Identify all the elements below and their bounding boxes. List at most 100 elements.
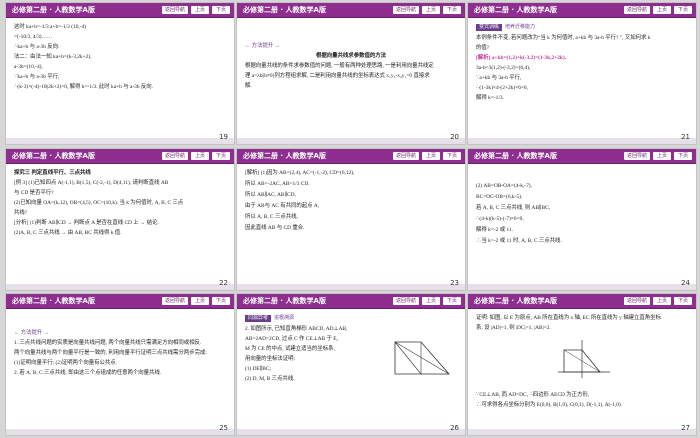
content-line: BC=OC-OB=(6,k-5). xyxy=(476,194,523,200)
slide-header-title: 必修第二册 · 人教数学A版 xyxy=(474,152,557,160)
next-page-button[interactable]: 下页 xyxy=(443,152,461,160)
next-page-button[interactable]: 下页 xyxy=(212,6,230,14)
content-line: 根据向量共线的条件求参数值的问题, 一般有两种处理思路, 一是利用向量共线定 xyxy=(245,63,434,69)
prev-page-button[interactable]: 上页 xyxy=(422,6,440,14)
content-line: 证明: 如图, 以 E 为原点, AB 所在直线为 x 轴, EC 所在直线为 … xyxy=(476,315,661,321)
page-number: 25 xyxy=(219,424,228,432)
back-to-nav-button[interactable]: 返回导航 xyxy=(162,297,188,305)
slide-header: 必修第二册 · 人教数学A版 返回导航 上页 下页 xyxy=(6,294,234,309)
next-page-button[interactable]: 下页 xyxy=(212,152,230,160)
page-number: 19 xyxy=(219,133,228,141)
content-line: ∴ka+b 与 a-3b 反向. xyxy=(14,44,60,50)
prev-page-button[interactable]: 上页 xyxy=(191,152,209,160)
slide-header: 必修第二册 · 人教数学A版 返回导航 上页 下页 xyxy=(237,294,465,309)
next-page-button[interactable]: 下页 xyxy=(674,297,692,305)
slide-header: 必修第二册 · 人教数学A版 返回导航 上页 下页 xyxy=(468,149,696,164)
slide-header-title: 必修第二册 · 人教数学A版 xyxy=(243,297,326,305)
slide-content: 探究三 判定直线平行、三点共线 [例 3] (1)已知四点 A(-1,1), B… xyxy=(14,168,226,238)
content-line: AB=2AD=2CD, 过点 C 作 CE⊥AB 于 E, xyxy=(245,336,338,342)
back-to-nav-button[interactable]: 返回导航 xyxy=(162,152,188,160)
slide-thumbnail-22[interactable]: 必修第二册 · 人教数学A版 返回导航 上页 下页 探究三 判定直线平行、三点共… xyxy=(6,149,234,290)
back-to-nav-button[interactable]: 返回导航 xyxy=(393,297,419,305)
slide-header: 必修第二册 · 人教数学A版 返回导航 上页 下页 xyxy=(237,149,465,164)
content-line: [解析] a+kb=(1,2)+k(-3,2)=(1-3k,2+2k), xyxy=(476,55,567,61)
badge-row: 变式训练 培养迁移能力 xyxy=(476,22,688,33)
content-line: ∵CE⊥AB, 而 AD=DC, ∴四边形 AECD 为正方形, xyxy=(476,392,590,398)
back-to-nav-button[interactable]: 返回导航 xyxy=(624,297,650,305)
prev-page-button[interactable]: 上页 xyxy=(191,6,209,14)
slide-header: 必修第二册 · 人教数学A版 返回导航 上页 下页 xyxy=(6,149,234,164)
prev-page-button[interactable]: 上页 xyxy=(653,297,671,305)
prev-page-button[interactable]: 上页 xyxy=(653,6,671,14)
next-page-button[interactable]: 下页 xyxy=(674,6,692,14)
slide-thumbnail-23[interactable]: 必修第二册 · 人教数学A版 返回导航 上页 下页 [解析] (1)因为 AB=… xyxy=(237,149,465,290)
content-line: (2) D, M, B 三点共线. xyxy=(245,376,295,382)
slide-header-title: 必修第二册 · 人教数学A版 xyxy=(12,6,95,14)
next-page-button[interactable]: 下页 xyxy=(212,297,230,305)
content-line: ∴(k-3)×(-4)-10(2k+2)=0, 解得 k=-1/3. 此时 ka… xyxy=(14,84,153,90)
content-line: 1. 三点共线问题的实质是向量共线问题, 两个向量共线只需满足方向相同或相反. xyxy=(14,340,202,346)
content-line: ∵a+kb 与 3a-b 平行, xyxy=(476,75,522,81)
prev-page-button[interactable]: 上页 xyxy=(422,152,440,160)
content-line: 由于 AB与 AC 有共同的起点 A, xyxy=(245,203,320,209)
page-number: 21 xyxy=(681,133,690,141)
content-line: ∴(1-3k)×4-(2+2k)×6=0, xyxy=(476,85,528,91)
content-line: (2) AB=OB-OA=(4-k,-7), xyxy=(476,183,532,189)
slide-thumbnail-24[interactable]: 必修第二册 · 人教数学A版 返回导航 上页 下页 (2) AB=OB-OA=(… xyxy=(468,149,696,290)
slide-header-title: 必修第二册 · 人教数学A版 xyxy=(12,297,95,305)
slide-footer-bar xyxy=(468,284,696,290)
content-line: 法二：由法一知 ka+b=(k-3,2k+2), xyxy=(14,54,92,60)
slide-content: 证明: 如图, 以 E 为原点, AB 所在直线为 x 轴, EC 所在直线为 … xyxy=(476,313,688,333)
content-line: 所以 AB∥AC, AB∥CD, xyxy=(245,192,296,198)
content-line: M 为 CE 的中点, 试建立适当的坐标系, xyxy=(245,346,335,352)
slide-thumbnail-27[interactable]: 必修第二册 · 人教数学A版 返回导航 上页 下页 证明: 如图, 以 E 为原… xyxy=(468,294,696,435)
slide-content: 这时 ka+b=-1/3 a+b=-1/3 (10,-4) =(-10/3, 4… xyxy=(14,22,226,92)
next-page-button[interactable]: 下页 xyxy=(443,297,461,305)
slide-footer-bar xyxy=(468,138,696,144)
next-page-button[interactable]: 下页 xyxy=(443,6,461,14)
back-to-nav-button[interactable]: 返回导航 xyxy=(624,152,650,160)
back-to-nav-button[interactable]: 返回导航 xyxy=(162,6,188,14)
content-line: ∴可求得各点坐标分别为 E(0,0), B(1,0), C(0,1), D(-1… xyxy=(476,402,622,408)
slide-thumbnail-25[interactable]: 必修第二册 · 人教数学A版 返回导航 上页 下页 ← 方法提升 → 1. 三点… xyxy=(6,294,234,435)
slide-header: 必修第二册 · 人教数学A版 返回导航 上页 下页 xyxy=(6,3,234,18)
slide-footer-bar xyxy=(237,284,465,290)
back-to-nav-button[interactable]: 返回导航 xyxy=(624,6,650,14)
content-heading: 根据向量共线求参数值的方法 xyxy=(315,53,387,59)
slide-thumbnail-19[interactable]: 必修第二册 · 人教数学A版 返回导航 上页 下页 这时 ka+b=-1/3 a… xyxy=(6,3,234,144)
content-line: 的值? xyxy=(476,45,490,51)
slide-footer-bar xyxy=(6,284,234,290)
content-heading: 探究三 判定直线平行、三点共线 xyxy=(14,170,91,176)
next-page-button[interactable]: 下页 xyxy=(674,152,692,160)
slide-thumbnail-21[interactable]: 必修第二册 · 人教数学A版 返回导航 上页 下页 变式训练 培养迁移能力 本例条… xyxy=(468,3,696,144)
content-line: 若 A, B, C 三点共线, 则 AB∥BC, xyxy=(476,205,551,211)
prev-page-button[interactable]: 上页 xyxy=(191,297,209,305)
content-line: 用向量的坐标法证明: xyxy=(245,356,296,362)
content-line: 2. 如图所示, 已知直角梯形 ABCD, AD⊥AB, xyxy=(245,326,348,332)
content-line: (1) DE∥BC; xyxy=(245,366,271,372)
slide-header-title: 必修第二册 · 人教数学A版 xyxy=(243,6,326,14)
content-line: =(-10/3, 4/3)…… xyxy=(14,34,53,40)
slide-thumbnail-26[interactable]: 必修第二册 · 人教数学A版 返回导航 上页 下页 同源异考 追根溯源 2. 如图… xyxy=(237,294,465,435)
prev-page-button[interactable]: 上页 xyxy=(653,152,671,160)
page-number: 23 xyxy=(450,279,459,287)
slide-thumbnail-20[interactable]: 必修第二册 · 人教数学A版 返回导航 上页 下页 ← 方法提升 → 根据向量共… xyxy=(237,3,465,144)
content-line: ∵ka+b 与 a-3b 平行, xyxy=(14,74,60,80)
page-number: 22 xyxy=(219,279,228,287)
slide-footer-bar xyxy=(237,429,465,435)
back-to-nav-button[interactable]: 返回导航 xyxy=(393,6,419,14)
slide-footer-bar xyxy=(468,429,696,435)
content-line: (2)已知向量 OA=(k,12), OB=(4,5), OC=(10,k). … xyxy=(14,200,184,206)
slide-header: 必修第二册 · 人教数学A版 返回导航 上页 下页 xyxy=(468,294,696,309)
content-line: 理 a=λb(b≠0)列方程组求解, 二是利用向量共线的坐标表达式 x₁y₂-x… xyxy=(245,73,430,79)
slide-header-title: 必修第二册 · 人教数学A版 xyxy=(474,297,557,305)
badge-subtitle: 培养迁移能力 xyxy=(505,25,536,30)
back-to-nav-button[interactable]: 返回导航 xyxy=(393,152,419,160)
prev-page-button[interactable]: 上页 xyxy=(422,297,440,305)
content-line: 解得 k=-1/3. xyxy=(476,95,504,101)
content-line: 2. 若 A, B, C 三点共线, 即由这三个点组成的任意两个向量共线. xyxy=(14,370,162,376)
content-line: 两个向量共线与两个向量平行是一致的, 利用向量平行证明三点共线需分两步完成: xyxy=(14,350,207,356)
slide-footer-bar xyxy=(6,138,234,144)
method-tag: ← 方法提升 → xyxy=(245,43,281,49)
slide-content: ← 方法提升 → 根据向量共线求参数值的方法 根据向量共线的条件求参数值的问题,… xyxy=(245,41,457,91)
